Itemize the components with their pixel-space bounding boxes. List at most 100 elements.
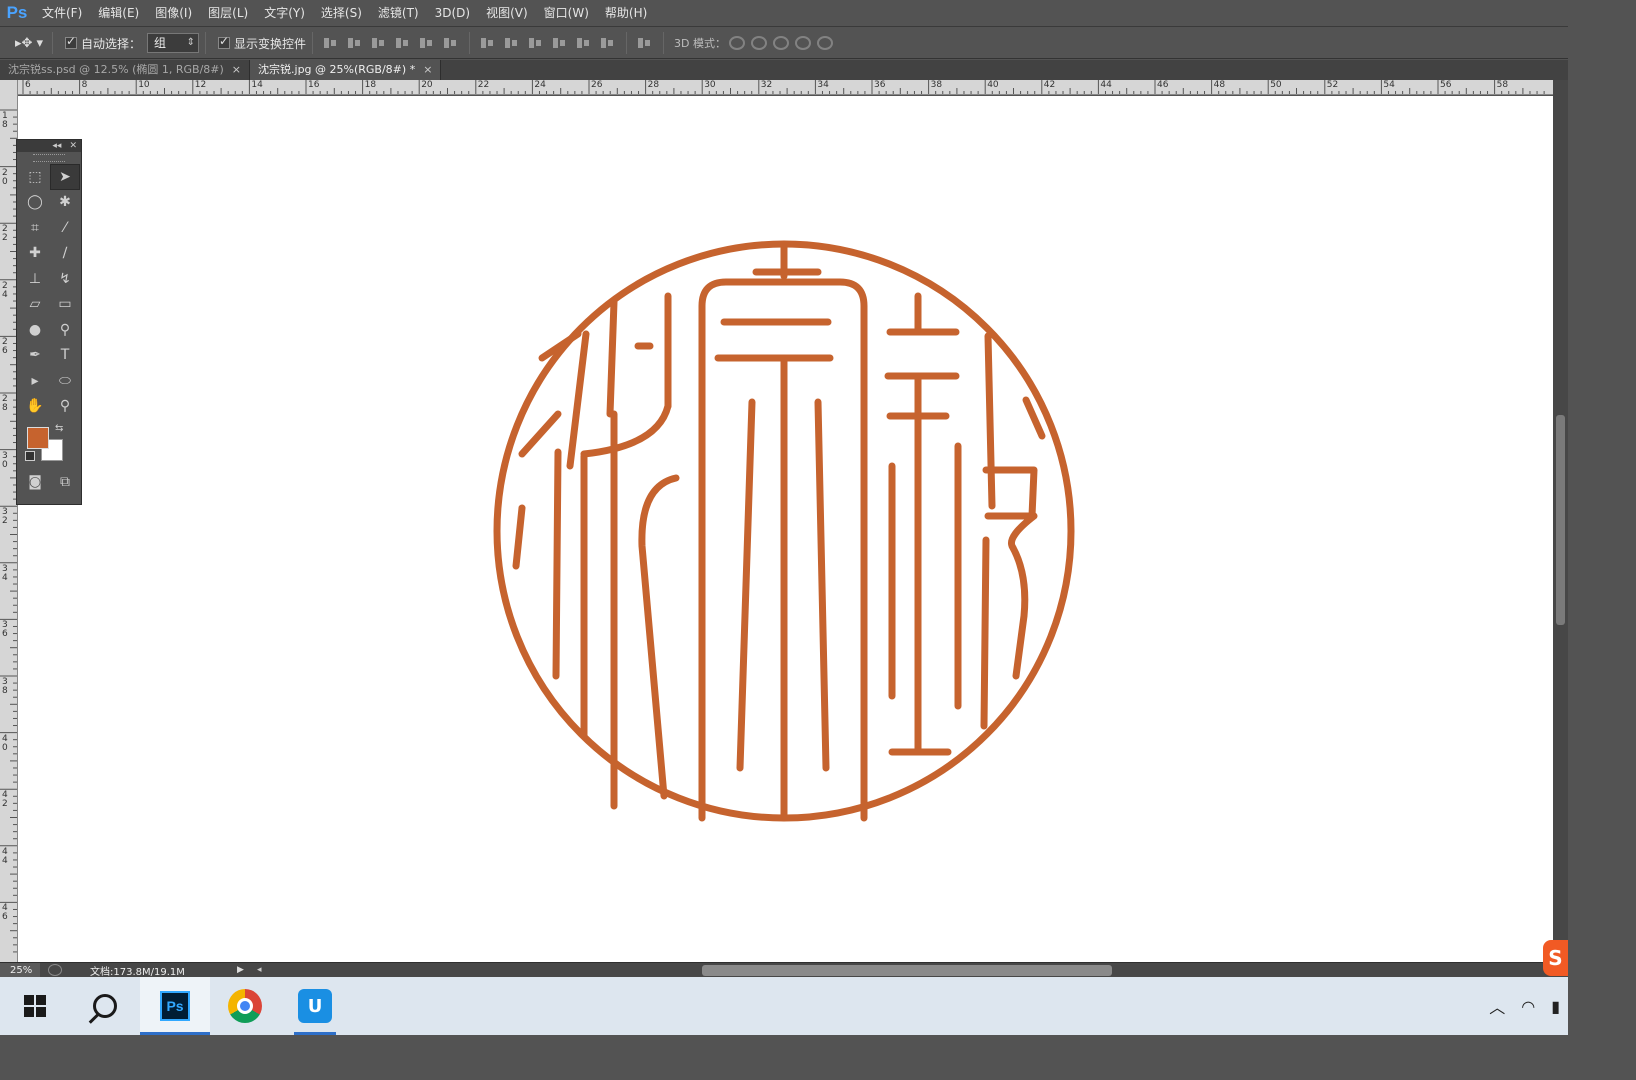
ruler-label: 26: [2, 337, 8, 357]
menu-3d[interactable]: 3D(D): [427, 0, 478, 27]
marquee-tool-icon[interactable]: ⬚: [20, 164, 50, 190]
3d-mode-label: 3D 模式：: [674, 37, 726, 50]
auto-align-icon[interactable]: [637, 36, 653, 50]
dodge-tool-icon[interactable]: ⚲: [50, 317, 80, 343]
checkbox-icon[interactable]: [65, 34, 77, 49]
ruler-label: 20: [421, 80, 433, 90]
distribute-right-icon[interactable]: [600, 36, 616, 50]
scrollbar-thumb[interactable]: [701, 964, 1112, 976]
ps-logo: Ps: [6, 3, 28, 22]
pen-tool-icon[interactable]: ✒: [20, 343, 50, 369]
close-icon[interactable]: ×: [423, 60, 432, 80]
eyedropper-icon[interactable]: ⁄: [50, 215, 80, 241]
type-tool-icon[interactable]: T: [50, 343, 80, 369]
3d-slide-icon[interactable]: [795, 36, 811, 50]
ruler-horizontal[interactable]: 6 8 10 12 14 16 18 20 22 24 26 28 30 32 34 36 38 40 42 44 46…: [18, 80, 1553, 95]
blur-tool-icon[interactable]: ●: [20, 317, 50, 343]
magic-wand-icon[interactable]: ✱: [50, 190, 80, 216]
tab-document-jpg[interactable]: 沈宗锐.jpg @ 25%(RGB/8#) * ×: [250, 60, 442, 80]
status-icon[interactable]: [48, 964, 62, 976]
align-top-icon[interactable]: [323, 36, 339, 50]
app-icon: U: [298, 989, 332, 1023]
screen-mode-icon[interactable]: ⧉: [50, 469, 80, 495]
3d-pan-icon[interactable]: [773, 36, 789, 50]
horizontal-scrollbar[interactable]: [262, 963, 1562, 978]
foreground-color-swatch[interactable]: [27, 427, 49, 449]
power-icon[interactable]: ▮: [1551, 997, 1560, 1016]
zoom-level[interactable]: 25%: [0, 962, 40, 978]
distribute-top-icon[interactable]: [480, 36, 496, 50]
document-canvas[interactable]: [18, 96, 1553, 962]
zoom-tool-icon[interactable]: ⚲: [50, 394, 80, 420]
path-select-icon[interactable]: ▸: [20, 368, 50, 394]
distribute-left-icon[interactable]: [552, 36, 568, 50]
hand-tool-icon[interactable]: ✋: [20, 394, 50, 420]
quick-mask-icon[interactable]: ◙: [20, 469, 50, 495]
checkbox-icon[interactable]: [218, 34, 231, 49]
gradient-tool-icon[interactable]: ▭: [50, 292, 80, 318]
ruler-label: 10: [138, 80, 150, 90]
lasso-tool-icon[interactable]: ◯: [20, 190, 50, 216]
distribute-bottom-icon[interactable]: [528, 36, 544, 50]
taskbar-app[interactable]: U: [280, 977, 350, 1035]
menu-help[interactable]: 帮助(H): [597, 0, 655, 27]
search-button[interactable]: [70, 977, 140, 1035]
color-swatches: ⇆: [17, 419, 81, 469]
ruler-label: 34: [2, 563, 8, 583]
ruler-label: 6: [25, 80, 31, 90]
taskbar-photoshop[interactable]: Ps: [140, 977, 210, 1035]
panel-grip[interactable]: [33, 154, 65, 162]
distribute-hcenter-icon[interactable]: [576, 36, 592, 50]
default-colors-icon[interactable]: [25, 451, 35, 461]
taskbar-chrome[interactable]: [210, 977, 280, 1035]
align-left-icon[interactable]: [395, 36, 411, 50]
history-brush-icon[interactable]: ↯: [50, 266, 80, 292]
ruler-label: 54: [1383, 80, 1395, 90]
brush-tool-icon[interactable]: ∕: [50, 241, 80, 267]
options-bar: ▸✥ ▾ 自动选择： 组 显示变换控件 3D 模式：: [0, 28, 1568, 59]
sogou-ime-icon[interactable]: S: [1543, 940, 1568, 976]
healing-brush-icon[interactable]: ✚: [20, 241, 50, 267]
eraser-tool-icon[interactable]: ▱: [20, 292, 50, 318]
menu-file[interactable]: 文件(F): [34, 0, 90, 27]
tab-document-psd[interactable]: 沈宗锐ss.psd @ 12.5% (椭圆 1, RGB/8#) ×: [0, 60, 251, 80]
collapse-icon[interactable]: ◂◂: [52, 141, 61, 151]
distribute-vcenter-icon[interactable]: [504, 36, 520, 50]
start-button[interactable]: [0, 977, 70, 1035]
menu-layer[interactable]: 图层(L): [200, 0, 256, 27]
close-icon[interactable]: ×: [232, 60, 241, 80]
menu-window[interactable]: 窗口(W): [536, 0, 597, 27]
crop-tool-icon[interactable]: ⌗: [20, 215, 50, 241]
auto-select-dropdown[interactable]: 组: [147, 33, 200, 53]
menu-type[interactable]: 文字(Y): [256, 0, 313, 27]
3d-scale-icon[interactable]: [817, 36, 833, 50]
ruler-label: 20: [2, 167, 8, 187]
3d-roll-icon[interactable]: [751, 36, 767, 50]
align-hcenter-icon[interactable]: [419, 36, 435, 50]
wifi-icon[interactable]: ◠: [1521, 997, 1535, 1016]
ellipse-tool-icon[interactable]: ⬭: [50, 368, 80, 394]
move-tool-icon[interactable]: ➤: [50, 164, 80, 190]
align-bottom-icon[interactable]: [371, 36, 387, 50]
ruler-label: 32: [760, 80, 773, 90]
vertical-scrollbar[interactable]: [1553, 80, 1568, 962]
scrollbar-thumb[interactable]: [1556, 415, 1565, 625]
auto-select-checkbox[interactable]: 自动选择：: [65, 34, 141, 52]
clone-stamp-icon[interactable]: ⊥: [20, 266, 50, 292]
menu-image[interactable]: 图像(I): [147, 0, 200, 27]
menu-select[interactable]: 选择(S): [313, 0, 370, 27]
align-right-icon[interactable]: [443, 36, 459, 50]
menu-edit[interactable]: 编辑(E): [90, 0, 147, 27]
swap-colors-icon[interactable]: ⇆: [55, 423, 63, 434]
tools-panel-header[interactable]: ◂◂ ✕: [17, 140, 81, 152]
ruler-label: 28: [2, 394, 8, 413]
status-menu-arrow-icon[interactable]: ▶: [237, 965, 251, 975]
tray-expand-icon[interactable]: ︿: [1489, 994, 1505, 1018]
close-icon[interactable]: ✕: [69, 141, 77, 151]
menu-view[interactable]: 视图(V): [478, 0, 536, 27]
move-tool-preset-picker[interactable]: ▸✥ ▾: [12, 33, 46, 53]
align-vcenter-icon[interactable]: [347, 36, 363, 50]
3d-rotate-icon[interactable]: [729, 36, 745, 50]
menu-filter[interactable]: 滤镜(T): [370, 0, 427, 27]
show-transform-checkbox[interactable]: 显示变换控件: [218, 34, 306, 52]
